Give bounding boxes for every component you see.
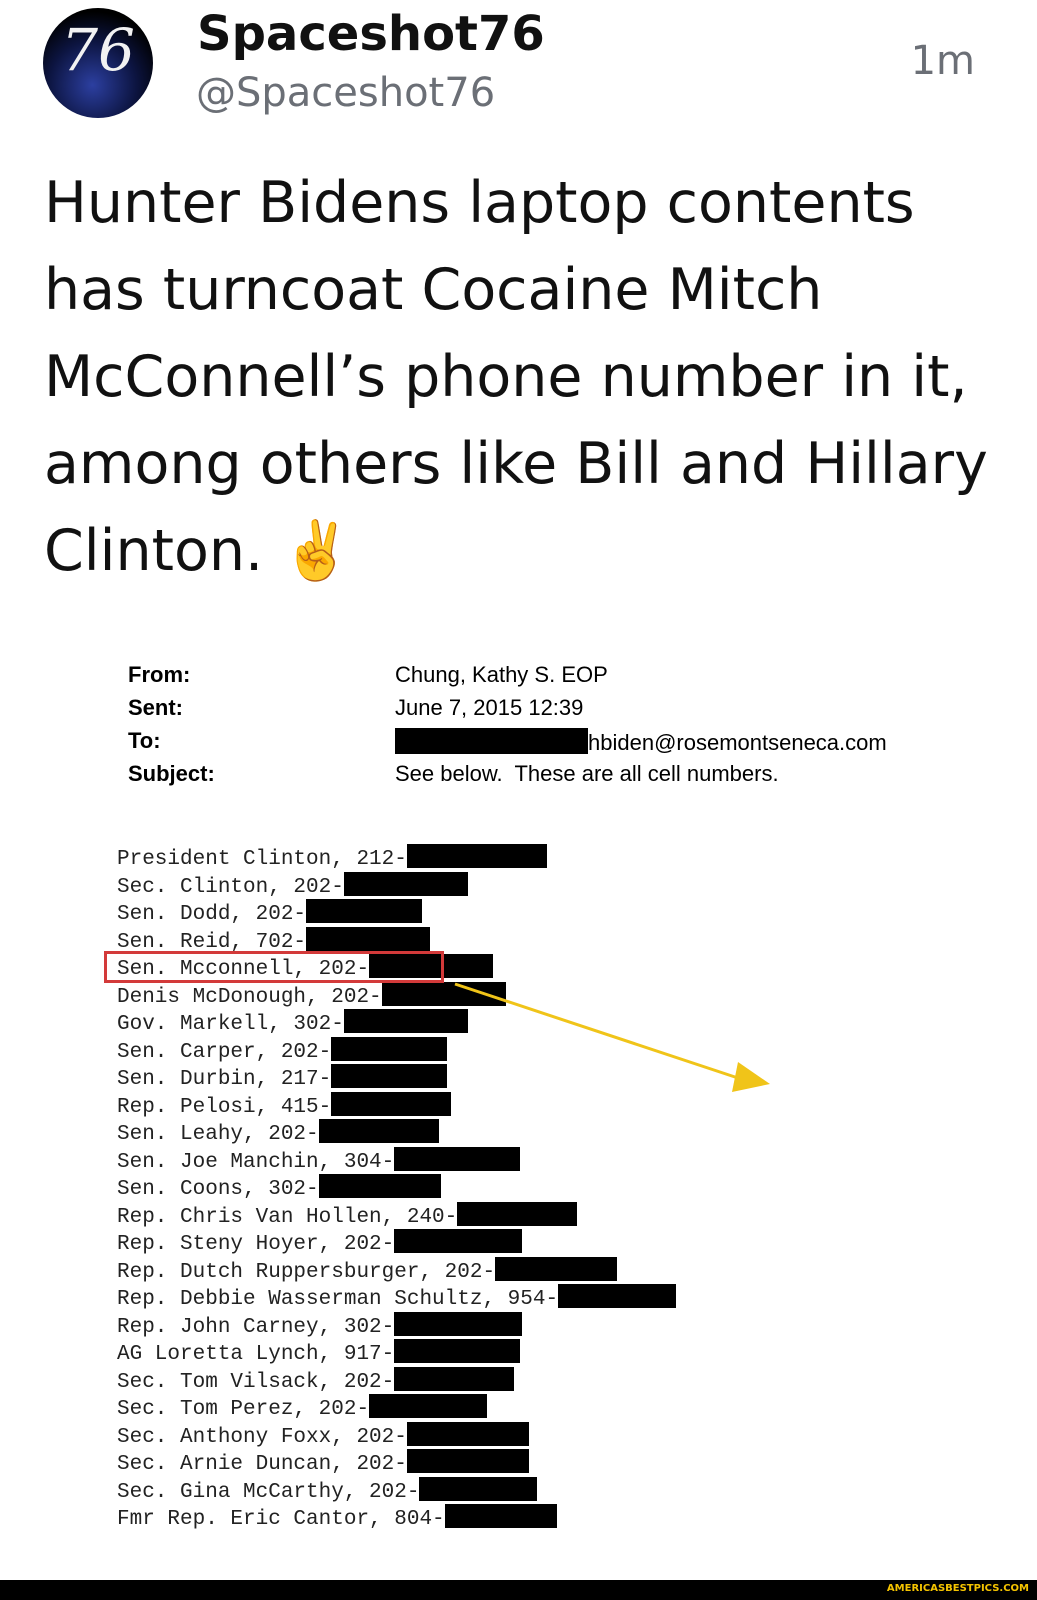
email-from-label: From: <box>128 662 191 687</box>
redaction-bar <box>369 1394 488 1418</box>
redaction-bar <box>394 1311 523 1336</box>
list-item: Denis McDonough, 202- <box>117 981 676 1010</box>
list-item: Rep. Chris Van Hollen, 240- <box>117 1201 676 1230</box>
highlight-box <box>104 951 444 983</box>
redaction-bar <box>406 1449 529 1473</box>
email-subject-label: Subject: <box>128 761 215 786</box>
redaction-bar <box>395 728 588 754</box>
email-subject-value: See below. These are all cell numbers. <box>395 761 779 786</box>
redaction-bar <box>318 1119 439 1143</box>
list-item: AG Loretta Lynch, 917- <box>117 1339 676 1367</box>
user-handle[interactable]: @Spaceshot76 <box>196 70 495 116</box>
email-from-value: Chung, Kathy S. EOP <box>395 662 608 687</box>
redaction-bar <box>419 1476 538 1501</box>
list-item: Sec. Gina McCarthy, 202- <box>117 1476 676 1505</box>
redaction-bar <box>394 1146 521 1171</box>
redaction-bar <box>406 844 547 868</box>
redaction-bar <box>331 1036 448 1061</box>
redaction-bar <box>381 981 506 1006</box>
spaceshot-76-logo-icon: 76 <box>61 16 135 84</box>
email-screenshot-image: From: Chung, Kathy S. EOP Sent: June 7, … <box>0 620 1037 1580</box>
display-name[interactable]: Spaceshot76 <box>197 6 545 62</box>
list-item: Rep. Steny Hoyer, 202- <box>117 1229 676 1257</box>
list-item: Rep. John Carney, 302- <box>117 1311 676 1340</box>
email-to-row: hbiden@rosemontseneca.com <box>395 728 887 756</box>
list-item: Sec. Tom Vilsack, 202- <box>117 1366 676 1395</box>
email-sent-label: Sent: <box>128 695 183 720</box>
post-timestamp[interactable]: 1m <box>911 38 975 84</box>
watermark-bar: AMERICASBESTPICS.COM <box>0 1580 1037 1600</box>
redaction-bar <box>558 1284 677 1308</box>
list-item: Gov. Markell, 302- <box>117 1009 676 1037</box>
email-sent-value: June 7, 2015 12:39 <box>395 695 584 720</box>
list-item: President Clinton, 212- <box>117 844 676 872</box>
email-to-value: hbiden@rosemontseneca.com <box>588 730 887 755</box>
post-text: Hunter Bidens laptop contents has turnco… <box>44 170 988 584</box>
list-item: Sen. Leahy, 202- <box>117 1119 676 1147</box>
contact-list: President Clinton, 212- Sec. Clinton, 20… <box>117 844 677 1532</box>
list-item: Sec. Arnie Duncan, 202- <box>117 1449 676 1477</box>
list-item: Fmr Rep. Eric Cantor, 804- <box>117 1504 676 1532</box>
list-item: Rep. Dutch Ruppersburger, 202- <box>117 1256 676 1285</box>
redaction-bar <box>394 1229 523 1253</box>
list-item: Sen. Joe Manchin, 304- <box>117 1146 676 1175</box>
list-item: Sen. Dodd, 202- <box>117 899 676 927</box>
list-item: Sec. Tom Perez, 202- <box>117 1394 676 1422</box>
redaction-bar <box>318 1174 441 1198</box>
redaction-bar <box>457 1201 578 1226</box>
list-item: Sen. Reid, 702- <box>117 926 676 955</box>
list-item: Sen. Coons, 302- <box>117 1174 676 1202</box>
redaction-bar <box>331 1091 452 1116</box>
list-item: Rep. Pelosi, 415- <box>117 1091 676 1120</box>
email-to-label: To: <box>128 728 161 753</box>
redaction-bar <box>343 1009 468 1033</box>
watermark-text: AMERICASBESTPICS.COM <box>886 1583 1029 1594</box>
redaction-bar <box>495 1256 618 1281</box>
redaction-bar <box>394 1339 521 1363</box>
redaction-bar <box>331 1064 448 1088</box>
avatar[interactable]: 76 <box>43 8 153 118</box>
redaction-bar <box>306 926 431 951</box>
redaction-bar <box>343 871 468 896</box>
redaction-bar <box>306 899 423 923</box>
redaction-bar <box>394 1366 515 1391</box>
list-item: Sen. Durbin, 217- <box>117 1064 676 1092</box>
redaction-bar <box>406 1421 529 1446</box>
redaction-bar <box>444 1504 557 1528</box>
list-item: Sec. Anthony Foxx, 202- <box>117 1421 676 1450</box>
list-item: Sec. Clinton, 202- <box>117 871 676 900</box>
list-item: Sen. Carper, 202- <box>117 1036 676 1065</box>
list-item: Rep. Debbie Wasserman Schultz, 954- <box>117 1284 677 1312</box>
